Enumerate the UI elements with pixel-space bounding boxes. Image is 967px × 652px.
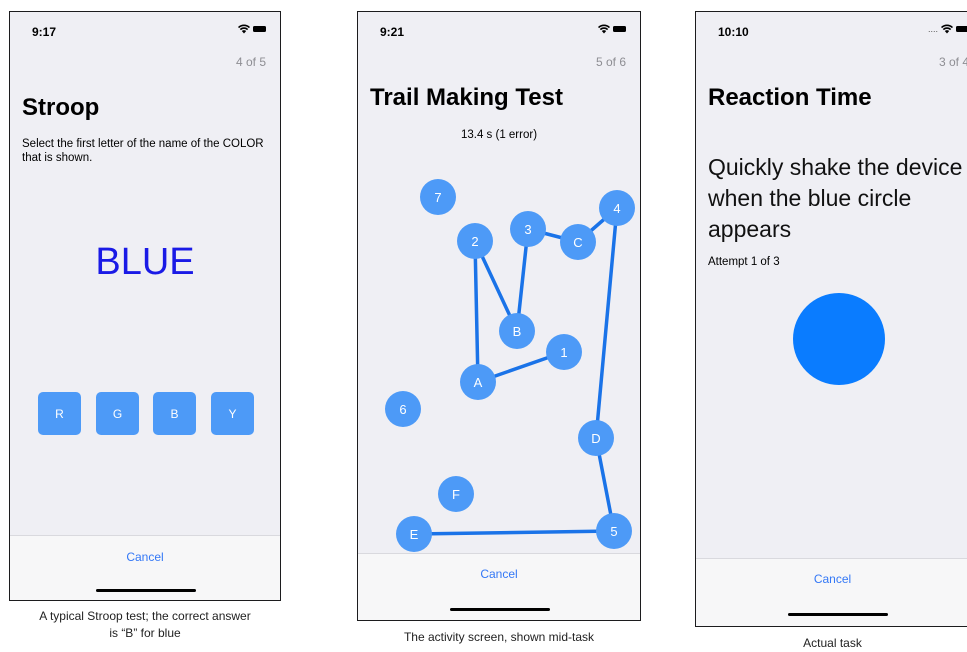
- status-time: 10:10: [718, 25, 749, 39]
- home-indicator: [450, 608, 550, 611]
- choice-button-g[interactable]: G: [96, 392, 139, 435]
- choice-button-y[interactable]: Y: [211, 392, 254, 435]
- home-indicator: [788, 613, 888, 616]
- instructions: Quickly shake the device when the blue c…: [708, 154, 963, 242]
- trail-node[interactable]: F: [438, 476, 474, 512]
- trail-node[interactable]: B: [499, 313, 535, 349]
- wifi-icon: [941, 24, 953, 34]
- trail-node[interactable]: 7: [420, 179, 456, 215]
- choice-button-r[interactable]: R: [38, 392, 81, 435]
- bottom-bar: Cancel: [10, 535, 280, 600]
- caption-reaction: Actual task: [803, 636, 862, 650]
- node-label: 1: [560, 345, 567, 360]
- trail-node[interactable]: 5: [596, 513, 632, 549]
- caption-trail: The activity screen, shown mid-task: [403, 630, 595, 644]
- node-label: E: [410, 527, 419, 542]
- page-title: Stroop: [22, 94, 100, 121]
- node-label: 5: [610, 524, 617, 539]
- trail-node[interactable]: E: [396, 516, 432, 552]
- stimulus-circle: [793, 293, 885, 385]
- step-progress: 4 of 5: [235, 55, 266, 69]
- choice-button-b[interactable]: B: [153, 392, 196, 435]
- node-label: 6: [399, 402, 406, 417]
- instructions: Select the first letter of the name of t…: [22, 138, 264, 164]
- cancel-button[interactable]: Cancel: [358, 567, 640, 581]
- bottom-bar: Cancel: [358, 553, 640, 620]
- node-label: 3: [524, 222, 531, 237]
- trail-node[interactable]: 4: [599, 190, 635, 226]
- trail-canvas: 7 2 3 C 4 B 1 A 6 D F E 5: [385, 179, 635, 552]
- trail-node[interactable]: 1: [546, 334, 582, 370]
- battery-icon: [956, 26, 967, 32]
- status-icons: ....: [928, 24, 967, 34]
- signal-dots-icon: ....: [927, 24, 938, 34]
- caption-line: is “B” for blue: [109, 626, 181, 640]
- trail-node[interactable]: D: [578, 420, 614, 456]
- cancel-button[interactable]: Cancel: [696, 572, 967, 586]
- cancel-button[interactable]: Cancel: [10, 550, 280, 564]
- attempt-counter: Attempt 1 of 3: [708, 256, 780, 268]
- trail-node[interactable]: 6: [385, 391, 421, 427]
- page-title: Reaction Time: [708, 84, 872, 111]
- status-icons: [238, 24, 266, 34]
- node-label: A: [474, 375, 483, 390]
- trail-node[interactable]: C: [560, 224, 596, 260]
- status-time: 9:17: [32, 25, 57, 39]
- node-label: 4: [613, 201, 620, 216]
- stroop-color-word: BLUE: [95, 241, 195, 283]
- trail-screen: 9:21 5 of 6 Trail Making Test 13.4 s (1 …: [357, 11, 641, 621]
- node-label: D: [591, 431, 600, 446]
- node-label: F: [452, 487, 460, 502]
- node-label: C: [573, 235, 582, 250]
- caption-stroop: A typical Stroop test; the correct answe…: [9, 608, 281, 642]
- reaction-screen: 10:10 .... 3 of 4 Reaction Time Quickly …: [695, 11, 967, 627]
- stroop-screen: 9:17 4 of 5 Stroop Select the first lett…: [9, 11, 281, 601]
- trail-nodes: 7 2 3 C 4 B 1 A 6 D F E 5: [385, 179, 635, 552]
- wifi-icon: [238, 24, 250, 34]
- trail-node[interactable]: 2: [457, 223, 493, 259]
- node-label: 7: [434, 190, 441, 205]
- caption-line: A typical Stroop test; the correct answe…: [39, 609, 251, 623]
- home-indicator: [96, 589, 196, 592]
- bottom-bar: Cancel: [696, 558, 967, 626]
- node-label: 2: [471, 234, 478, 249]
- node-label: B: [513, 324, 522, 339]
- step-progress: 3 of 4: [938, 55, 967, 69]
- trail-node[interactable]: A: [460, 364, 496, 400]
- battery-icon: [253, 26, 266, 32]
- trail-node[interactable]: 3: [510, 211, 546, 247]
